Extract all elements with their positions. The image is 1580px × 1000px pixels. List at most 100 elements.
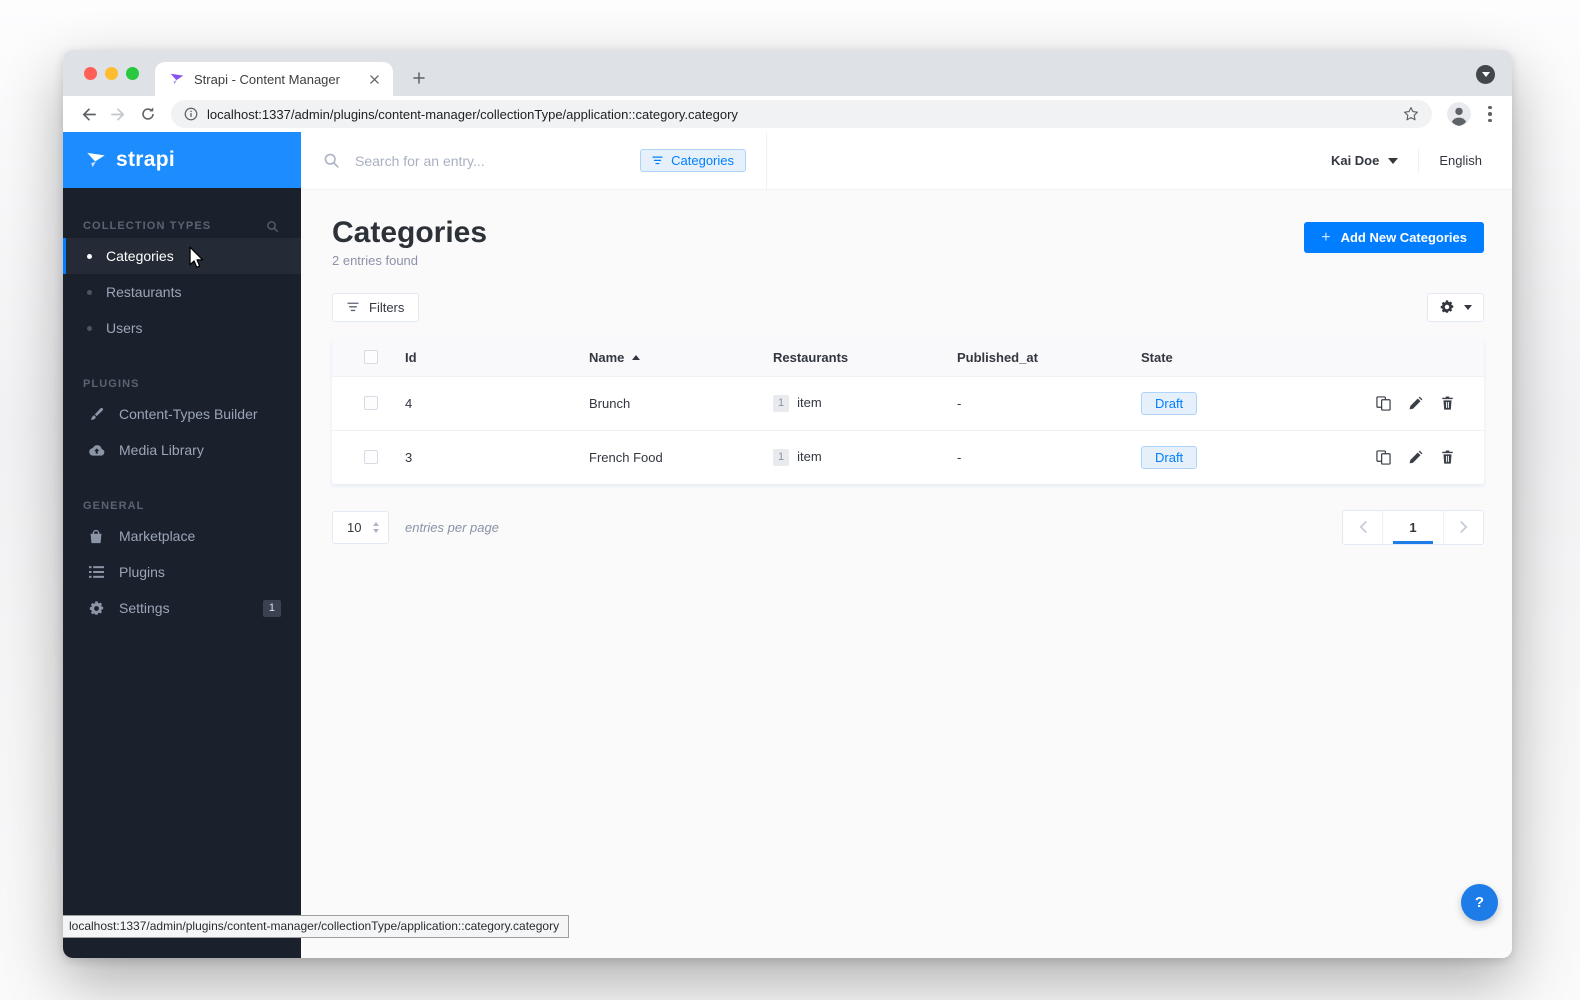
column-header-restaurants[interactable]: Restaurants (746, 350, 930, 365)
settings-badge: 1 (262, 599, 281, 617)
sidebar-item-content-types-builder[interactable]: Content-Types Builder (63, 396, 301, 432)
cell-published-at: - (957, 449, 962, 465)
new-tab-button[interactable] (407, 66, 431, 90)
address-bar[interactable]: localhost:1337/admin/plugins/content-man… (171, 100, 1432, 128)
strapi-logo-text: strapi (116, 148, 175, 171)
page-number[interactable]: 1 (1382, 510, 1444, 544)
plus-icon: + (1321, 228, 1331, 246)
window-controls (84, 67, 139, 80)
back-icon[interactable] (73, 99, 103, 129)
divider (1418, 148, 1420, 173)
select-all-checkbox[interactable] (364, 350, 378, 364)
status-badge: Draft (1141, 391, 1198, 415)
search-zone: Categories (301, 132, 767, 189)
cell-id: 3 (405, 449, 413, 465)
help-button[interactable]: ? (1461, 884, 1498, 921)
sidebar-section-general: GENERAL Marketplace Plugins Settings 1 (63, 494, 301, 626)
sidebar-item-label: Users (106, 320, 143, 336)
column-header-state[interactable]: State (1114, 350, 1354, 365)
sidebar-item-label: Content-Types Builder (119, 406, 258, 422)
cloud-upload-icon (87, 444, 105, 457)
section-label: COLLECTION TYPES (83, 220, 212, 232)
row-checkbox[interactable] (364, 396, 378, 410)
user-menu[interactable]: Kai Doe (1330, 153, 1399, 168)
sidebar-section-plugins: PLUGINS Content-Types Builder Media Libr… (63, 372, 301, 468)
cell-restaurants: 1 item (746, 448, 930, 466)
content-area: Categories 2 entries found + Add New Cat… (301, 190, 1512, 958)
strapi-favicon-icon (169, 71, 185, 87)
language-selector[interactable]: English (1439, 153, 1482, 168)
minimize-window-button[interactable] (105, 67, 118, 80)
filter-icon (347, 302, 359, 312)
section-label: GENERAL (83, 500, 145, 512)
bookmark-star-icon[interactable] (1403, 106, 1419, 122)
edit-icon[interactable] (1409, 450, 1423, 464)
filters-label: Filters (369, 299, 405, 315)
column-header-published-at[interactable]: Published_at (930, 350, 1114, 365)
status-bar-url: localhost:1337/admin/plugins/content-man… (63, 915, 570, 938)
row-checkbox[interactable] (364, 450, 378, 464)
sidebar-item-label: Restaurants (106, 284, 182, 300)
edit-icon[interactable] (1409, 396, 1423, 410)
sidebar-item-media-library[interactable]: Media Library (63, 432, 301, 468)
main-area: Categories Kai Doe English (301, 132, 1512, 958)
search-input[interactable] (353, 151, 628, 170)
list-icon (87, 566, 105, 578)
filters-button[interactable]: Filters (332, 292, 420, 322)
search-icon[interactable] (266, 220, 279, 233)
table-settings-button[interactable] (1427, 292, 1484, 322)
strapi-logo[interactable]: strapi (63, 132, 301, 188)
downloads-button[interactable] (1476, 65, 1495, 84)
sidebar-item-categories[interactable]: Categories (63, 238, 301, 274)
entries-per-page-select[interactable]: 10 (332, 510, 389, 544)
filter-icon (652, 156, 663, 165)
table-row[interactable]: 4 Brunch 1 item - Draft (332, 375, 1484, 430)
chevron-down-icon (1463, 304, 1472, 310)
count-badge: 1 (773, 448, 790, 466)
collection-filter-chip[interactable]: Categories (640, 149, 746, 172)
gear-icon (87, 600, 105, 616)
sidebar-item-marketplace[interactable]: Marketplace (63, 518, 301, 554)
duplicate-icon[interactable] (1376, 395, 1391, 411)
sidebar-item-label: Media Library (119, 442, 204, 458)
per-page-label: entries per page (405, 519, 499, 535)
column-header-name[interactable]: Name (562, 350, 746, 365)
tab-close-icon[interactable] (365, 70, 383, 88)
sidebar-item-users[interactable]: Users (63, 310, 301, 346)
cell-id: 4 (405, 395, 413, 411)
sidebar-item-settings[interactable]: Settings 1 (63, 590, 301, 626)
table-header-row: Id Name Restaurants Published_at State (332, 338, 1484, 376)
next-page-button[interactable] (1444, 511, 1483, 544)
site-info-icon[interactable] (184, 107, 198, 121)
browser-window: Strapi - Content Manager localhost:1337/… (63, 50, 1512, 958)
browser-tab[interactable]: Strapi - Content Manager (155, 62, 393, 96)
bullet-icon (87, 289, 92, 295)
cell-state: Draft (1114, 391, 1354, 415)
section-label: PLUGINS (83, 378, 140, 390)
browser-profile-avatar[interactable] (1446, 101, 1472, 127)
table-row[interactable]: 3 French Food 1 item - Draft (332, 429, 1484, 484)
column-header-id[interactable]: Id (378, 350, 562, 365)
cell-published-at: - (957, 395, 962, 411)
delete-icon[interactable] (1441, 396, 1454, 410)
sidebar-item-restaurants[interactable]: Restaurants (63, 274, 301, 310)
sidebar-item-plugins[interactable]: Plugins (63, 554, 301, 590)
entries-count: 2 entries found (332, 252, 419, 268)
duplicate-icon[interactable] (1376, 449, 1391, 465)
add-new-categories-button[interactable]: + Add New Categories (1304, 222, 1484, 253)
close-window-button[interactable] (84, 67, 97, 80)
gear-icon (1440, 300, 1454, 314)
delete-icon[interactable] (1441, 450, 1454, 464)
sidebar-section-collection-types: COLLECTION TYPES Categories Restaurants (63, 214, 301, 346)
previous-page-button[interactable] (1343, 511, 1382, 544)
status-badge: Draft (1141, 445, 1198, 469)
reload-icon[interactable] (133, 99, 163, 129)
user-name: Kai Doe (1330, 153, 1380, 168)
user-zone: Kai Doe English (1331, 132, 1512, 189)
browser-menu-icon[interactable] (1478, 102, 1502, 126)
pagination-row: 10 entries per page 1 (332, 509, 1484, 545)
maximize-window-button[interactable] (126, 67, 139, 80)
chevron-down-icon (1388, 157, 1399, 164)
stepper-icon (373, 521, 379, 533)
sidebar-item-label: Categories (106, 248, 174, 264)
